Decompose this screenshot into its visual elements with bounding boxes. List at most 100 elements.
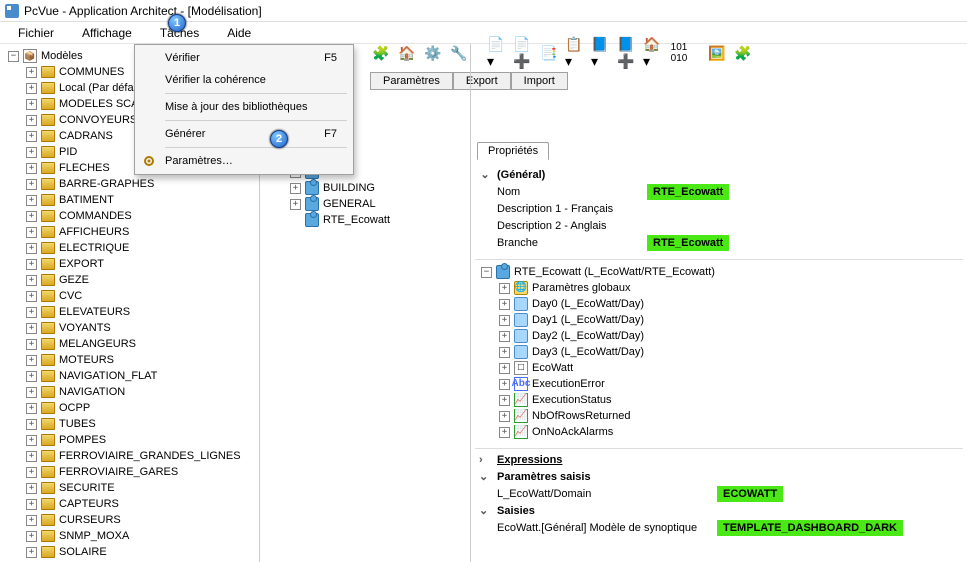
menu-item-verifier[interactable]: Vérifier F5 xyxy=(137,47,351,69)
expand-icon[interactable]: + xyxy=(26,483,37,494)
tree-item[interactable]: +MELANGEURS xyxy=(2,336,257,352)
expand-icon[interactable]: + xyxy=(26,227,37,238)
expand-icon[interactable]: + xyxy=(26,515,37,526)
tree-item[interactable]: +SNMP_MOXA xyxy=(2,528,257,544)
puzzle-icon xyxy=(305,197,319,211)
expand-icon[interactable]: + xyxy=(26,307,37,318)
collapse-icon[interactable]: − xyxy=(8,51,19,62)
section-param-saisis[interactable]: ⌄ Paramètres saisis xyxy=(475,468,963,485)
tree-item[interactable]: +Day3 (L_EcoWatt/Day) xyxy=(475,344,963,360)
prop-section-general[interactable]: ⌄ (Général) xyxy=(475,166,963,183)
tree-item[interactable]: +SECURITE xyxy=(2,480,257,496)
tree-item[interactable]: +NAVIGATION_FLAT xyxy=(2,368,257,384)
tree-item[interactable]: +ELEVATEURS xyxy=(2,304,257,320)
expand-icon[interactable]: + xyxy=(499,411,510,422)
tree-item[interactable]: +BARRE-GRAPHES xyxy=(2,176,257,192)
tree-item[interactable]: +🌐Paramètres globaux xyxy=(475,280,963,296)
tree-item[interactable]: +NAVIGATION xyxy=(2,384,257,400)
tree-item[interactable]: +GENERAL xyxy=(260,196,470,212)
tree-item[interactable]: +FERROVIAIRE_GRANDES_LIGNES xyxy=(2,448,257,464)
expand-icon[interactable]: + xyxy=(26,195,37,206)
tree-item[interactable]: +POMPES xyxy=(2,432,257,448)
expand-icon[interactable]: + xyxy=(26,547,37,558)
section-saisies[interactable]: ⌄ Saisies xyxy=(475,502,963,519)
expand-icon[interactable]: + xyxy=(26,531,37,542)
tree-item[interactable]: +📈OnNoAckAlarms xyxy=(475,424,963,440)
expand-icon[interactable]: + xyxy=(290,199,301,210)
expand-icon[interactable]: + xyxy=(499,379,510,390)
expand-icon[interactable]: + xyxy=(499,331,510,342)
expand-icon[interactable]: + xyxy=(26,323,37,334)
expand-icon[interactable]: + xyxy=(499,363,510,374)
expand-icon[interactable]: + xyxy=(26,339,37,350)
menu-aide[interactable]: Aide xyxy=(219,24,259,42)
expand-icon[interactable]: + xyxy=(499,347,510,358)
expand-icon[interactable]: + xyxy=(499,315,510,326)
expand-icon[interactable]: + xyxy=(26,419,37,430)
tree-item[interactable]: +AbcExecutionError xyxy=(475,376,963,392)
tree-item[interactable]: +📈ExecutionStatus xyxy=(475,392,963,408)
tree-item[interactable]: +CURSEURS xyxy=(2,512,257,528)
expand-icon[interactable]: + xyxy=(26,99,37,110)
tab-proprietes[interactable]: Propriétés xyxy=(477,142,549,160)
tree-item[interactable]: +Day1 (L_EcoWatt/Day) xyxy=(475,312,963,328)
tree-item[interactable]: +FERROVIAIRE_GARES xyxy=(2,464,257,480)
section-expressions[interactable]: › Expressions xyxy=(475,451,963,468)
menu-item-maj-bib[interactable]: Mise à jour des bibliothèques xyxy=(137,96,351,118)
menu-item-parametres[interactable]: Paramètres… xyxy=(137,150,351,172)
expand-icon[interactable]: + xyxy=(26,371,37,382)
expand-icon[interactable]: + xyxy=(26,83,37,94)
menu-item-generer[interactable]: Générer F7 xyxy=(137,123,351,145)
tree-item[interactable]: +BUILDING xyxy=(260,180,470,196)
tree-item[interactable]: +AFFICHEURS xyxy=(2,224,257,240)
tree-item[interactable]: RTE_Ecowatt xyxy=(260,212,470,228)
expand-icon[interactable]: + xyxy=(26,115,37,126)
expand-icon[interactable]: + xyxy=(26,67,37,78)
expand-icon[interactable]: + xyxy=(26,259,37,270)
chart-icon: 📈 xyxy=(514,393,528,407)
expand-icon[interactable]: + xyxy=(26,179,37,190)
expand-icon[interactable]: + xyxy=(26,275,37,286)
tree-item[interactable]: +CVC xyxy=(2,288,257,304)
tree-item[interactable]: +GEZE xyxy=(2,272,257,288)
expand-icon[interactable]: + xyxy=(26,291,37,302)
tree-item[interactable]: +📈NbOfRowsReturned xyxy=(475,408,963,424)
expand-icon[interactable]: + xyxy=(290,183,301,194)
expand-icon[interactable]: + xyxy=(26,243,37,254)
expand-icon[interactable]: + xyxy=(26,387,37,398)
expand-icon[interactable]: + xyxy=(26,211,37,222)
tree-item-label: OCPP xyxy=(59,400,90,416)
tree-item[interactable]: +□EcoWatt xyxy=(475,360,963,376)
expand-icon[interactable]: + xyxy=(26,499,37,510)
tree-item[interactable]: +TUBES xyxy=(2,416,257,432)
expand-icon[interactable]: + xyxy=(26,403,37,414)
tree-item[interactable]: +BATIMENT xyxy=(2,192,257,208)
expand-icon[interactable]: + xyxy=(26,163,37,174)
expand-icon[interactable]: + xyxy=(26,467,37,478)
collapse-icon[interactable]: − xyxy=(481,267,492,278)
tree-item[interactable]: +MOTEURS xyxy=(2,352,257,368)
expand-icon[interactable]: + xyxy=(26,131,37,142)
tree-item[interactable]: +SOLAIRE xyxy=(2,544,257,560)
tree-item[interactable]: +EXPORT xyxy=(2,256,257,272)
expand-icon[interactable]: + xyxy=(499,299,510,310)
tree-item[interactable]: +COMMANDES xyxy=(2,208,257,224)
tree-item[interactable]: +VOYANTS xyxy=(2,320,257,336)
menu-fichier[interactable]: Fichier xyxy=(10,24,62,42)
tree-root[interactable]: − RTE_Ecowatt (L_EcoWatt/RTE_Ecowatt) xyxy=(475,264,963,280)
tree-item[interactable]: +ELECTRIQUE xyxy=(2,240,257,256)
expand-icon[interactable]: + xyxy=(26,451,37,462)
expand-icon[interactable]: + xyxy=(26,435,37,446)
menu-item-verifier-coherence[interactable]: Vérifier la cohérence xyxy=(137,69,351,91)
tree-item[interactable]: +Day2 (L_EcoWatt/Day) xyxy=(475,328,963,344)
expand-icon[interactable]: + xyxy=(499,283,510,294)
expand-icon[interactable]: + xyxy=(26,147,37,158)
tree-item[interactable]: +CAPTEURS xyxy=(2,496,257,512)
tree-item[interactable]: + OCPP xyxy=(2,400,257,416)
instance-tree[interactable]: − RTE_Ecowatt (L_EcoWatt/RTE_Ecowatt) +🌐… xyxy=(475,259,963,440)
expand-icon[interactable]: + xyxy=(499,427,510,438)
menu-affichage[interactable]: Affichage xyxy=(74,24,140,42)
expand-icon[interactable]: + xyxy=(499,395,510,406)
expand-icon[interactable]: + xyxy=(26,355,37,366)
tree-item[interactable]: +Day0 (L_EcoWatt/Day) xyxy=(475,296,963,312)
